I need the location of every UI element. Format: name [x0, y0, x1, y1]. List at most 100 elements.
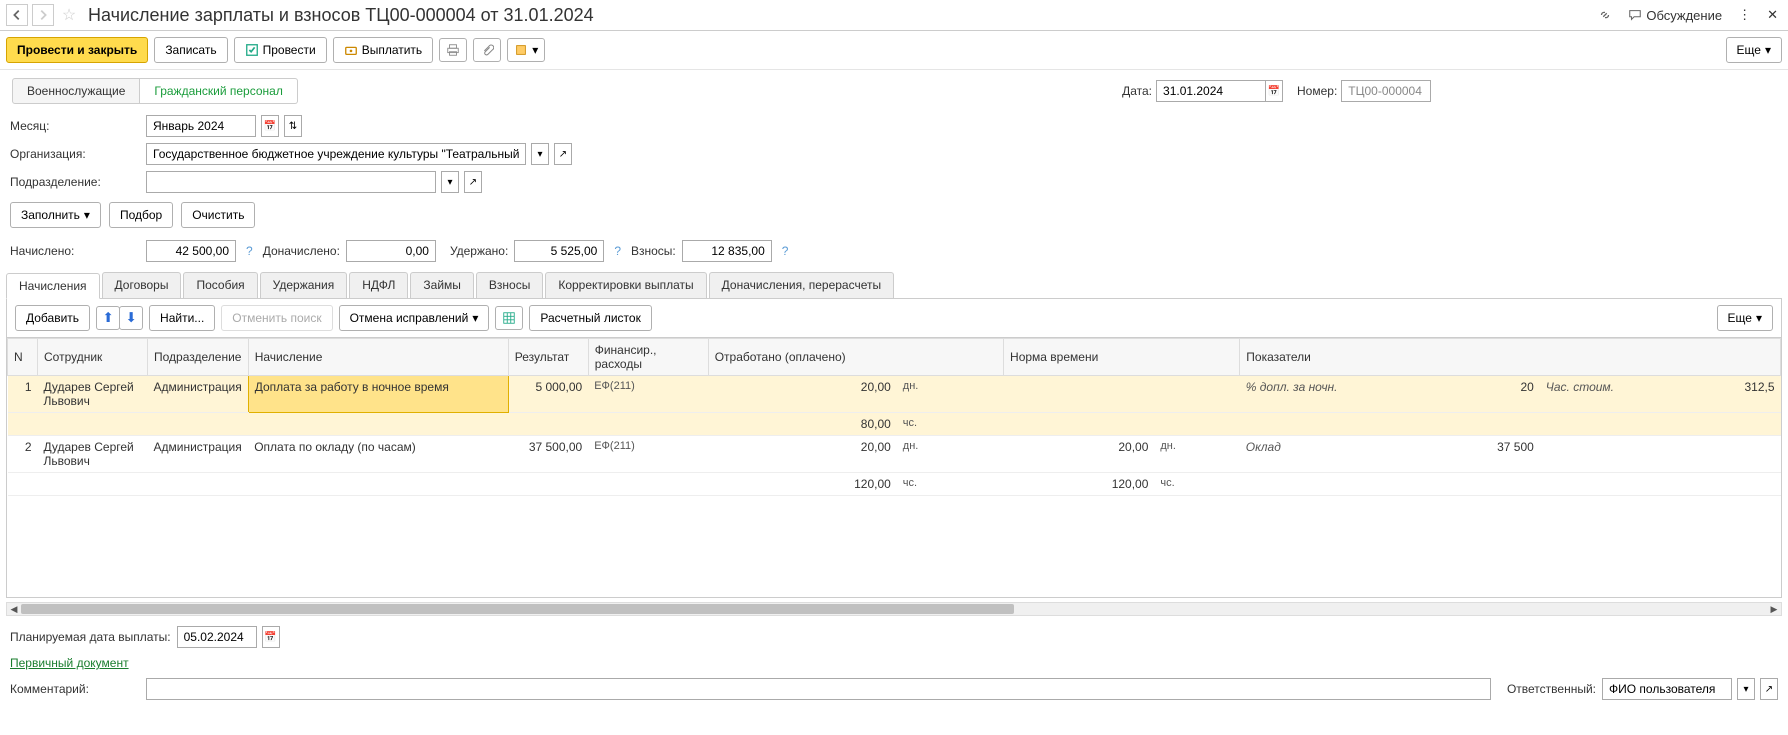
move-down-button[interactable]: ⬇: [119, 306, 143, 330]
month-input[interactable]: [146, 115, 256, 137]
tab-military[interactable]: Военнослужащие: [12, 78, 140, 104]
month-spinner[interactable]: ⇅: [284, 115, 302, 137]
accrued-help-icon[interactable]: ?: [242, 244, 257, 258]
cell-ind1-name: Оклад: [1240, 436, 1444, 473]
cell-ind1-name: % допл. за ночн.: [1240, 376, 1444, 413]
cell-worked-days: 20,00: [708, 376, 897, 413]
responsible-label: Ответственный:: [1507, 682, 1596, 696]
col-fin[interactable]: Финансир., расходы: [588, 339, 708, 376]
pay-button[interactable]: Выплатить: [333, 37, 434, 63]
col-indicators[interactable]: Показатели: [1240, 339, 1781, 376]
date-input[interactable]: [1156, 80, 1266, 102]
primary-doc-link[interactable]: Первичный документ: [10, 656, 129, 670]
cell-n: 2: [8, 436, 38, 473]
find-button[interactable]: Найти...: [149, 305, 215, 331]
plan-date-calendar-icon[interactable]: 📅: [262, 626, 280, 648]
calendar-icon[interactable]: 📅: [1265, 80, 1283, 102]
cell-norm-days: 20,00: [1004, 436, 1155, 473]
cell-dept: Администрация: [148, 376, 249, 413]
more-menu-icon[interactable]: ⋮: [1734, 5, 1755, 25]
discussion-label: Обсуждение: [1646, 8, 1722, 23]
pay-label: Выплатить: [362, 43, 423, 57]
clear-button[interactable]: Очистить: [181, 202, 255, 228]
tab-ndfl[interactable]: НДФЛ: [349, 272, 408, 298]
main-toolbar: Провести и закрыть Записать Провести Вып…: [0, 31, 1788, 70]
cell-fin: ЕФ(211): [588, 376, 708, 413]
org-open-icon[interactable]: ↗: [554, 143, 572, 165]
col-n[interactable]: N: [8, 339, 38, 376]
horizontal-scrollbar[interactable]: ◀ ▶: [6, 602, 1782, 616]
add-row-button[interactable]: Добавить: [15, 305, 90, 331]
dept-dropdown-icon[interactable]: ▾: [441, 171, 459, 193]
month-calendar-icon[interactable]: 📅: [261, 115, 279, 137]
tab-recalc[interactable]: Доначисления, перерасчеты: [709, 272, 894, 298]
forward-button[interactable]: [32, 4, 54, 26]
withheld-help-icon[interactable]: ?: [610, 244, 625, 258]
more-button[interactable]: Еще ▾: [1726, 37, 1782, 63]
responsible-open-icon[interactable]: ↗: [1760, 678, 1778, 700]
favorite-icon[interactable]: ☆: [58, 4, 80, 26]
contrib-help-icon[interactable]: ?: [778, 244, 793, 258]
cell-accrual[interactable]: Оплата по окладу (по часам): [248, 436, 508, 473]
plan-date-label: Планируемая дата выплаты:: [10, 630, 171, 644]
dept-label: Подразделение:: [10, 175, 140, 189]
tab-loans[interactable]: Займы: [410, 272, 474, 298]
cell-fin: ЕФ(211): [588, 436, 708, 473]
cancel-fix-button[interactable]: Отмена исправлений ▾: [339, 305, 490, 331]
post-and-close-button[interactable]: Провести и закрыть: [6, 37, 148, 63]
save-button[interactable]: Записать: [154, 37, 227, 63]
cancel-find-button: Отменить поиск: [221, 305, 332, 331]
cell-accrual[interactable]: Доплата за работу в ночное время: [248, 376, 508, 413]
dept-input[interactable]: [146, 171, 436, 193]
col-norm[interactable]: Норма времени: [1004, 339, 1240, 376]
fill-button[interactable]: Заполнить ▾: [10, 202, 101, 228]
move-up-button[interactable]: ⬆: [96, 306, 120, 330]
cell-ind2-val: [1698, 436, 1781, 473]
comment-input[interactable]: [146, 678, 1491, 700]
select-button[interactable]: Подбор: [109, 202, 173, 228]
payslip-button[interactable]: Расчетный листок: [529, 305, 651, 331]
col-accrual[interactable]: Начисление: [248, 339, 508, 376]
scroll-thumb[interactable]: [21, 604, 1014, 614]
tab-contracts[interactable]: Договоры: [102, 272, 182, 298]
tab-contributions[interactable]: Взносы: [476, 272, 543, 298]
tab-benefits[interactable]: Пособия: [183, 272, 257, 298]
org-input[interactable]: [146, 143, 526, 165]
cell-n: 1: [8, 376, 38, 413]
extra-label: Доначислено:: [263, 244, 340, 258]
col-employee[interactable]: Сотрудник: [38, 339, 148, 376]
scroll-left-icon[interactable]: ◀: [7, 603, 21, 615]
dept-open-icon[interactable]: ↗: [464, 171, 482, 193]
tab-accruals[interactable]: Начисления: [6, 273, 100, 299]
cell-ind2-name: [1540, 436, 1698, 473]
responsible-dropdown-icon[interactable]: ▾: [1737, 678, 1755, 700]
col-dept[interactable]: Подразделение: [148, 339, 249, 376]
print-button[interactable]: [439, 38, 467, 62]
table-row[interactable]: 1 Дударев Сергей Львович Администрация Д…: [8, 376, 1781, 413]
tab-civil[interactable]: Гражданский персонал: [140, 78, 297, 104]
accruals-table[interactable]: N Сотрудник Подразделение Начисление Рез…: [6, 338, 1782, 598]
table-subrow[interactable]: 80,00 чс.: [8, 413, 1781, 436]
window-title: Начисление зарплаты и взносов ТЦ00-00000…: [88, 5, 1590, 26]
report-button[interactable]: ▾: [507, 38, 545, 62]
contrib-value: [682, 240, 772, 262]
responsible-input[interactable]: [1602, 678, 1732, 700]
scroll-right-icon[interactable]: ▶: [1767, 603, 1781, 615]
discussion-button[interactable]: Обсуждение: [1624, 6, 1726, 25]
table-row[interactable]: 2 Дударев Сергей Львович Администрация О…: [8, 436, 1781, 473]
plan-date-input[interactable]: [177, 626, 257, 648]
table-subrow[interactable]: 120,00 чс. 120,00 чс.: [8, 473, 1781, 496]
org-dropdown-icon[interactable]: ▾: [531, 143, 549, 165]
close-icon[interactable]: ✕: [1763, 5, 1782, 25]
grid-more-button[interactable]: Еще ▾: [1717, 305, 1773, 331]
post-button[interactable]: Провести: [234, 37, 327, 63]
col-worked[interactable]: Отработано (оплачено): [708, 339, 1003, 376]
tab-deductions[interactable]: Удержания: [260, 272, 348, 298]
back-button[interactable]: [6, 4, 28, 26]
col-result[interactable]: Результат: [508, 339, 588, 376]
number-input[interactable]: [1341, 80, 1431, 102]
tab-corrections[interactable]: Корректировки выплаты: [545, 272, 706, 298]
link-icon[interactable]: [1594, 6, 1616, 24]
grid-settings-button[interactable]: [495, 306, 523, 330]
attach-button[interactable]: [473, 38, 501, 62]
